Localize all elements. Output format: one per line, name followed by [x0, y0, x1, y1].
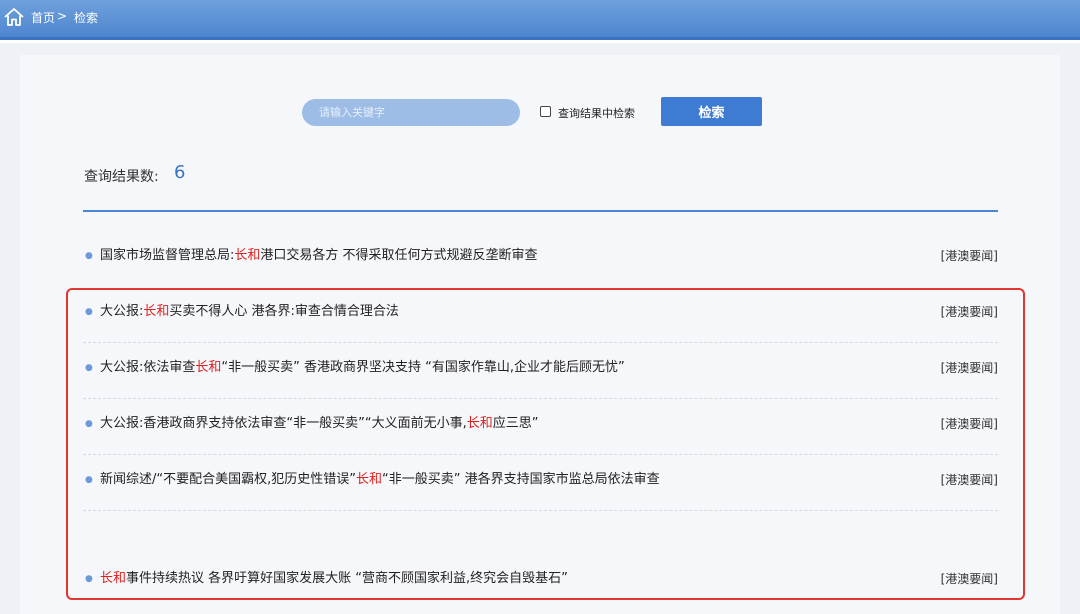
row-divider: [83, 510, 998, 511]
result-count-value: 6: [174, 162, 186, 183]
within-results-label: 查询结果中检索: [558, 107, 635, 120]
keyword-highlight: 长和: [466, 416, 493, 431]
divider-rule: [83, 210, 998, 212]
result-title-link[interactable]: 大公报:香港政商界支持依法审查“非一般买卖”“大义面前无小事,长和应三思”: [100, 406, 538, 442]
result-item[interactable]: ● 大公报:长和买卖不得人心 港各界:审查合情合理合法 [港澳要闻]: [83, 294, 998, 330]
result-category: [港澳要闻]: [940, 572, 998, 586]
result-title-link[interactable]: 大公报:依法审查长和“非一般买卖” 香港政商界坚决支持 “有国家作靠山,企业才能…: [100, 350, 625, 386]
result-category: [港澳要闻]: [940, 305, 998, 319]
result-category: [港澳要闻]: [940, 361, 998, 375]
bullet-icon: ●: [85, 307, 93, 317]
result-item[interactable]: ● 大公报:香港政商界支持依法审查“非一般买卖”“大义面前无小事,长和应三思” …: [83, 406, 998, 442]
breadcrumb-home-link[interactable]: 首页: [31, 9, 55, 26]
bullet-icon: ●: [85, 574, 93, 584]
keyword-highlight: 长和: [100, 571, 127, 586]
result-title-link[interactable]: 国家市场监督管理总局:长和港口交易各方 不得采取任何方式规避反垄断审查: [100, 238, 538, 274]
bullet-icon: ●: [85, 251, 93, 261]
result-title-link[interactable]: 长和事件持续热议 各界吁算好国家发展大账 “营商不顾国家利益,终究会自毁基石”: [100, 561, 568, 597]
row-divider: [83, 398, 998, 399]
top-bar: 首页 > 检索: [0, 0, 1080, 40]
search-panel: [20, 55, 1060, 614]
bullet-icon: ●: [85, 475, 93, 485]
keyword-highlight: 长和: [143, 304, 170, 319]
result-item[interactable]: ● 大公报:依法审查长和“非一般买卖” 香港政商界坚决支持 “有国家作靠山,企业…: [83, 350, 998, 386]
within-results-checkbox[interactable]: [540, 106, 551, 117]
result-item[interactable]: ● 长和事件持续热议 各界吁算好国家发展大账 “营商不顾国家利益,终究会自毁基石…: [83, 561, 998, 597]
row-divider: [83, 342, 998, 343]
search-input[interactable]: [302, 99, 520, 126]
result-category: [港澳要闻]: [940, 249, 998, 263]
row-divider: [83, 454, 998, 455]
result-category: [港澳要闻]: [940, 473, 998, 487]
keyword-highlight: 长和: [355, 472, 382, 487]
result-count-label: 查询结果数:: [84, 169, 159, 185]
result-category: [港澳要闻]: [940, 417, 998, 431]
home-icon[interactable]: [3, 6, 25, 28]
keyword-highlight: 长和: [234, 248, 261, 263]
breadcrumb-current: 检索: [74, 11, 99, 25]
bullet-icon: ●: [85, 363, 93, 373]
result-title-link[interactable]: 新闻综述/“不要配合美国霸权,犯历史性错误”长和“非一般买卖” 港各界支持国家市…: [100, 462, 660, 498]
keyword-highlight: 长和: [195, 360, 222, 375]
result-item[interactable]: ● 国家市场监督管理总局:长和港口交易各方 不得采取任何方式规避反垄断审查 [港…: [83, 238, 998, 274]
bullet-icon: ●: [85, 419, 93, 429]
result-title-link[interactable]: 大公报:长和买卖不得人心 港各界:审查合情合理合法: [100, 294, 399, 330]
search-button[interactable]: 检索: [661, 97, 762, 126]
result-item[interactable]: ● 新闻综述/“不要配合美国霸权,犯历史性错误”长和“非一般买卖” 港各界支持国…: [83, 462, 998, 498]
breadcrumb-separator: >: [57, 9, 68, 23]
